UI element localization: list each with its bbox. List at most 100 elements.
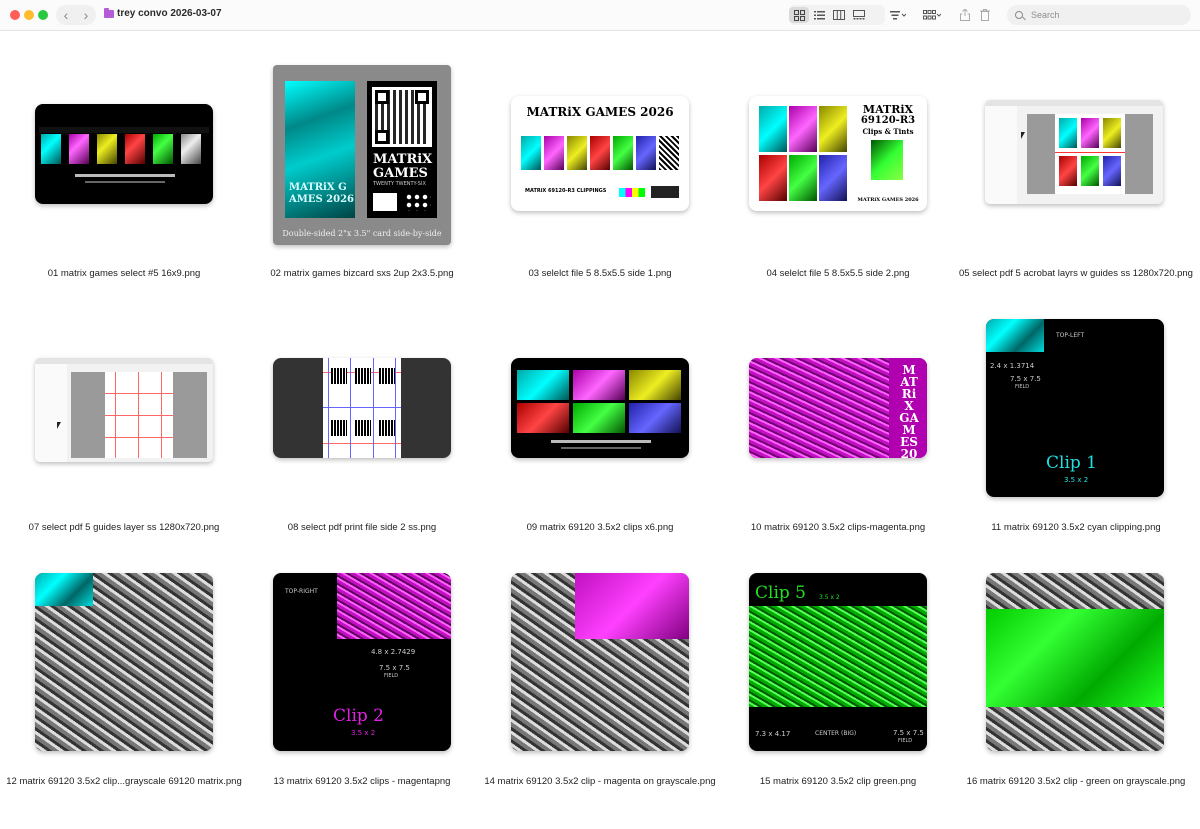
file-thumbnail[interactable] [985, 100, 1163, 204]
thumb-art [105, 372, 173, 458]
file-name: 11 matrix 69120 3.5x2 cyan clipping.png [991, 522, 1161, 533]
thumb-art [373, 193, 397, 211]
file-item[interactable]: 01 matrix games select #5 16x9.png [24, 30, 224, 290]
finder-window: ‹ › trey convo 2026-03-07 Search 01 matr… [0, 0, 1200, 829]
file-thumbnail[interactable]: TOP-LEFT 2.4 x 1.3714 7.5 x 7.5 FIELD Cl… [986, 319, 1164, 497]
thumb-text: MATRiX [373, 152, 433, 167]
thumb-art [379, 368, 395, 384]
qr-code [372, 87, 432, 147]
thumb-art [1103, 156, 1121, 186]
file-item[interactable]: TOP-LEFT 2.4 x 1.3714 7.5 x 7.5 FIELD Cl… [976, 284, 1176, 544]
file-thumbnail[interactable]: TOP-RIGHT 4.8 x 2.7429 7.5 x 7.5 FIELD C… [273, 573, 451, 751]
file-name: 01 matrix games select #5 16x9.png [47, 268, 201, 279]
file-thumbnail[interactable]: MATRiX 69120-R3 Clips & Tints MATRiX GAM… [749, 96, 927, 211]
zoom-window-button[interactable] [38, 10, 48, 20]
thumb-art [517, 370, 569, 400]
file-thumbnail[interactable] [986, 573, 1164, 751]
file-item[interactable]: MATRiX G AMES 2026 MATRiX GAMES TWENTY T… [262, 30, 462, 290]
share-icon[interactable] [955, 7, 975, 23]
thumb-art [1103, 118, 1121, 148]
search-icon [1015, 11, 1023, 19]
thumb-text: GAMES [373, 166, 428, 181]
list-view-icon[interactable] [809, 7, 829, 23]
file-item[interactable]: Clip 5 3.5 x 2 7.3 x 4.17 CENTER (BIG) 7… [738, 538, 938, 798]
thumb-art [97, 134, 117, 164]
icon-view-icon[interactable] [789, 7, 809, 23]
search-input[interactable] [1029, 9, 1183, 21]
cursor-icon [1021, 132, 1025, 139]
thumb-art [331, 420, 347, 436]
file-name: 02 matrix games bizcard sxs 2up 2x3.5.pn… [270, 268, 454, 279]
file-item[interactable]: 09 matrix 69120 3.5x2 clips x6.png [500, 284, 700, 544]
thumb-text: TOP-LEFT [1056, 332, 1085, 339]
thumb-art [71, 372, 105, 458]
file-thumbnail[interactable] [511, 358, 689, 458]
thumb-art [1055, 152, 1125, 153]
toolbar: ‹ › trey convo 2026-03-07 [0, 0, 1200, 31]
file-item[interactable]: 16 matrix 69120 3.5x2 clip - green on gr… [967, 538, 1185, 798]
thumb-art [1125, 114, 1153, 194]
thumb-art [619, 188, 645, 197]
thumb-text: MATRiX G [289, 182, 347, 193]
thumb-art [567, 136, 587, 170]
thumb-art [379, 420, 395, 436]
thumb-text: Clips & Tints [862, 127, 914, 136]
thumb-art [1059, 156, 1077, 186]
file-name: 09 matrix 69120 3.5x2 clips x6.png [526, 522, 674, 533]
search-field[interactable] [1007, 5, 1191, 25]
thumb-text: 69120-R3 [860, 115, 916, 126]
sort-control[interactable] [888, 5, 914, 25]
trash-icon[interactable] [975, 7, 995, 23]
file-thumbnail[interactable] [35, 358, 213, 462]
sort-icon[interactable] [888, 7, 908, 23]
file-item[interactable]: MATRiX GAMES 2026 MATRiX 69120-R3 CLIPPI… [500, 30, 700, 290]
file-item[interactable]: 07 select pdf 5 guides layer ss 1280x720… [24, 284, 224, 544]
thumb-art [789, 106, 817, 152]
thumb-text: 4.8 x 2.7429 [371, 648, 416, 656]
thumb-caption: Double-sided 2"x 3.5" card side-by-side [282, 229, 442, 238]
file-thumbnail[interactable]: MATRiX GAMES 2026 MATRiX 69120-R3 CLIPPI… [511, 96, 689, 211]
file-item[interactable]: MATRiX 69120-R3 Clips & Tints MATRiX GAM… [738, 30, 938, 290]
column-view-icon[interactable] [829, 7, 849, 23]
close-window-button[interactable] [10, 10, 20, 20]
forward-chevron-icon[interactable]: › [78, 5, 94, 25]
thumb-art [35, 573, 93, 606]
file-thumbnail[interactable] [273, 358, 451, 458]
file-thumbnail[interactable]: MATRiX G AMES 2026 MATRiX GAMES TWENTY T… [273, 65, 451, 245]
file-name: 08 select pdf print file side 2 ss.png [287, 522, 437, 533]
thumb-text: MATRiX GAMES 2026 [857, 197, 919, 203]
file-item[interactable]: 12 matrix 69120 3.5x2 clip...grayscale 6… [6, 538, 242, 798]
thumb-text: FIELD [1015, 384, 1030, 390]
file-name: 16 matrix 69120 3.5x2 clip - green on gr… [966, 776, 1186, 787]
thumb-text: Clip 2 [333, 706, 384, 726]
thumb-text: FIELD [898, 738, 913, 744]
thumb-art [629, 370, 681, 400]
thumb-art [985, 106, 1017, 204]
thumb-art [337, 573, 451, 639]
thumb-art [1059, 118, 1077, 148]
view-mode-group [789, 5, 885, 25]
folder-icon [104, 8, 114, 18]
file-thumbnail[interactable]: MATRiX GAMES 2026 [749, 358, 927, 458]
file-thumbnail[interactable] [35, 104, 213, 204]
file-item[interactable]: 08 select pdf print file side 2 ss.png [262, 284, 462, 544]
thumb-text: MATRiX GAMES 2026 [899, 363, 919, 458]
gallery-view-icon[interactable] [849, 7, 869, 23]
file-item[interactable]: MATRiX GAMES 2026 10 matrix 69120 3.5x2 … [738, 284, 938, 544]
thumb-art [986, 319, 1044, 352]
back-chevron-icon[interactable]: ‹ [58, 5, 74, 25]
group-icon[interactable] [922, 7, 942, 23]
thumb-art [181, 134, 201, 164]
file-item[interactable]: TOP-RIGHT 4.8 x 2.7429 7.5 x 7.5 FIELD C… [262, 538, 462, 798]
thumb-art [355, 420, 371, 436]
file-thumbnail[interactable] [35, 573, 213, 751]
group-control[interactable] [922, 5, 948, 25]
file-item[interactable]: 14 matrix 69120 3.5x2 clip - magenta on … [484, 538, 716, 798]
file-item[interactable]: 05 select pdf 5 acrobat layrs w guides s… [959, 30, 1193, 290]
file-thumbnail[interactable] [511, 573, 689, 751]
minimize-window-button[interactable] [24, 10, 34, 20]
thumb-text: Clip 1 [1046, 453, 1097, 473]
file-thumbnail[interactable]: Clip 5 3.5 x 2 7.3 x 4.17 CENTER (BIG) 7… [749, 573, 927, 751]
thumb-art [561, 447, 641, 449]
thumb-art [819, 155, 847, 201]
